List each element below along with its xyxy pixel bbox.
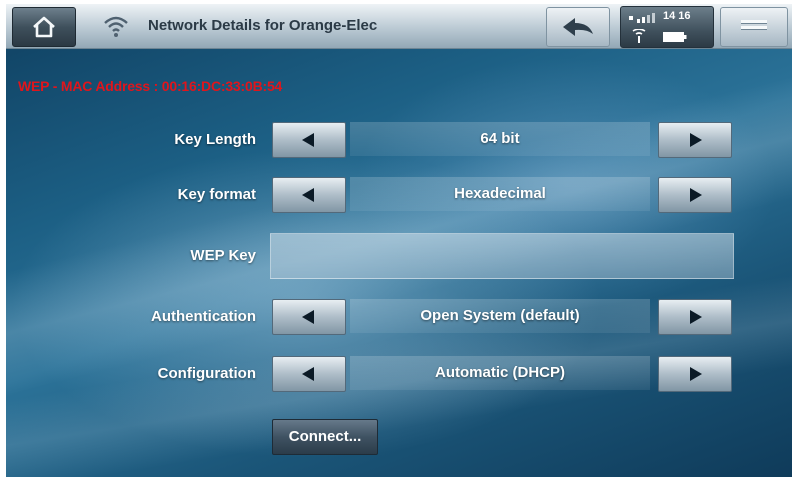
home-icon <box>33 16 55 38</box>
key-format-value: Hexadecimal <box>350 177 650 211</box>
configuration-value: Automatic (DHCP) <box>350 356 650 390</box>
signal-icon <box>632 29 646 43</box>
key-length-label: Key Length <box>174 131 256 148</box>
configuration-next-button[interactable] <box>658 356 732 392</box>
screen: Network Details for Orange-Elec 14 16 WE… <box>6 4 792 477</box>
top-bar: Network Details for Orange-Elec 14 16 <box>6 4 792 49</box>
key-format-next-button[interactable] <box>658 177 732 213</box>
key-format-label: Key format <box>177 186 256 203</box>
home-button[interactable] <box>12 7 76 47</box>
key-length-prev-button[interactable] <box>272 122 346 158</box>
back-arrow-icon <box>563 18 593 36</box>
key-format-prev-button[interactable] <box>272 177 346 213</box>
connect-button[interactable]: Connect... <box>272 419 378 455</box>
status-area: 14 16 <box>620 6 714 48</box>
back-button[interactable] <box>546 7 610 47</box>
wifi-icon <box>104 16 128 37</box>
mac-address-info: WEP - MAC Address : 00:16:DC:33:0B:54 <box>18 78 283 94</box>
configuration-label: Configuration <box>157 365 256 382</box>
arrow-right-icon <box>690 310 702 324</box>
authentication-value: Open System (default) <box>350 299 650 333</box>
arrow-right-icon <box>690 188 702 202</box>
authentication-label: Authentication <box>151 308 256 325</box>
arrow-left-icon <box>302 367 314 381</box>
configuration-prev-button[interactable] <box>272 356 346 392</box>
arrow-left-icon <box>302 188 314 202</box>
wep-key-input[interactable] <box>270 233 734 279</box>
authentication-next-button[interactable] <box>658 299 732 335</box>
key-length-value: 64 bit <box>350 122 650 156</box>
key-length-next-button[interactable] <box>658 122 732 158</box>
clock: 14 16 <box>663 10 691 22</box>
arrow-right-icon <box>690 367 702 381</box>
authentication-prev-button[interactable] <box>272 299 346 335</box>
battery-icon <box>663 32 687 42</box>
arrow-right-icon <box>690 133 702 147</box>
volume-icon <box>629 13 655 23</box>
page-title: Network Details for Orange-Elec <box>148 17 378 34</box>
menu-button[interactable] <box>720 7 788 47</box>
arrow-left-icon <box>302 133 314 147</box>
arrow-left-icon <box>302 310 314 324</box>
wep-key-label: WEP Key <box>190 247 256 264</box>
